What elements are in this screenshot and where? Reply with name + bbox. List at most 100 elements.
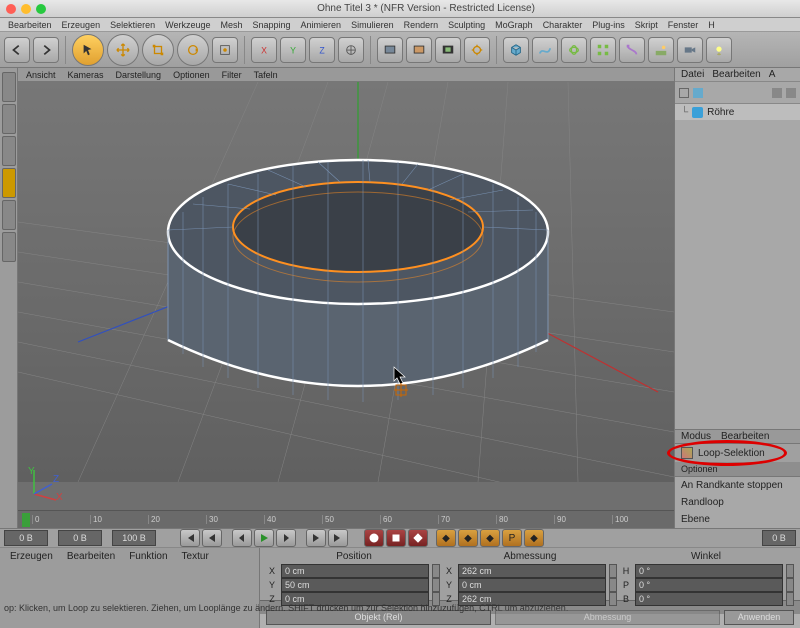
menu-item[interactable]: MoGraph (495, 20, 533, 30)
frame-end2[interactable]: 0 B (762, 530, 796, 546)
render-pv[interactable] (406, 37, 432, 63)
vp-menu-item[interactable]: Darstellung (116, 70, 162, 80)
array-generator[interactable] (590, 37, 616, 63)
render-region[interactable] (435, 37, 461, 63)
zoom-icon[interactable] (36, 4, 46, 14)
menu-item[interactable]: Rendern (404, 20, 439, 30)
x-axis-lock[interactable]: X (251, 37, 277, 63)
light-object[interactable] (706, 37, 732, 63)
menu-item[interactable]: Plug-ins (592, 20, 625, 30)
nurbs-generator[interactable] (561, 37, 587, 63)
vp-menu-item[interactable]: Filter (222, 70, 242, 80)
coord-system[interactable] (338, 37, 364, 63)
loop-selection-tool[interactable]: Loop-Selektion (675, 444, 800, 462)
spinner[interactable] (609, 564, 617, 578)
spinner[interactable] (432, 578, 440, 592)
angle-field[interactable]: 0 ° (635, 578, 783, 592)
autokey-button[interactable] (386, 529, 406, 547)
key-rot-button[interactable]: ◆ (480, 529, 500, 547)
om-menu-item[interactable]: Datei (681, 69, 704, 80)
attr-tab[interactable]: Modus (681, 431, 711, 442)
record-button[interactable] (364, 529, 384, 547)
spinner[interactable] (609, 592, 617, 606)
step-back-button[interactable] (232, 529, 252, 547)
environment[interactable] (648, 37, 674, 63)
spinner[interactable] (786, 578, 794, 592)
menu-item[interactable]: Simulieren (351, 20, 394, 30)
menu-item[interactable]: Werkzeuge (165, 20, 210, 30)
eye-icon[interactable] (786, 88, 796, 98)
point-mode[interactable] (2, 136, 16, 166)
frame-end[interactable]: 100 B (112, 530, 156, 546)
cube-primitive[interactable] (503, 37, 529, 63)
mat-menu-item[interactable]: Bearbeiten (67, 551, 115, 562)
playhead-icon[interactable] (22, 513, 30, 527)
menu-item[interactable]: Charakter (543, 20, 583, 30)
om-menu-item[interactable]: Bearbeiten (712, 69, 760, 80)
om-icon[interactable] (679, 88, 689, 98)
poly-mode[interactable] (2, 200, 16, 230)
apply-button[interactable]: Anwenden (724, 610, 794, 625)
spline-primitive[interactable] (532, 37, 558, 63)
close-icon[interactable] (6, 4, 16, 14)
goto-start-button[interactable] (180, 529, 200, 547)
menu-item[interactable]: Selektieren (110, 20, 155, 30)
minimize-icon[interactable] (21, 4, 31, 14)
position-field[interactable]: 0 cm (281, 564, 429, 578)
menu-item[interactable]: Bearbeiten (8, 20, 52, 30)
object-row[interactable]: └ Röhre (675, 104, 800, 120)
key-scale-button[interactable]: ◆ (458, 529, 478, 547)
step-fwd-button[interactable] (276, 529, 296, 547)
search-icon[interactable] (772, 88, 782, 98)
mat-menu-item[interactable]: Erzeugen (10, 551, 53, 562)
goto-nextkey-button[interactable] (306, 529, 326, 547)
vp-menu-item[interactable]: Ansicht (26, 70, 56, 80)
frame-current[interactable]: 0 B (58, 530, 102, 546)
keyframe-sel-button[interactable] (408, 529, 428, 547)
camera-object[interactable] (677, 37, 703, 63)
vp-menu-item[interactable]: Tafeln (254, 70, 278, 80)
deformer[interactable] (619, 37, 645, 63)
menu-item[interactable]: Erzeugen (62, 20, 101, 30)
key-pla-button[interactable]: ◆ (524, 529, 544, 547)
timeline-ruler[interactable]: 0 10 20 30 40 50 60 70 80 90 100 (18, 510, 674, 528)
play-button[interactable] (254, 529, 274, 547)
menu-item[interactable]: Sculpting (448, 20, 485, 30)
position-field[interactable]: 50 cm (281, 578, 429, 592)
menu-item[interactable]: Animieren (301, 20, 342, 30)
key-pos-button[interactable]: ◆ (436, 529, 456, 547)
mat-menu-item[interactable]: Funktion (129, 551, 167, 562)
attr-tab[interactable]: Bearbeiten (721, 431, 769, 442)
menu-item[interactable]: Mesh (220, 20, 242, 30)
texture-mode[interactable] (2, 232, 16, 262)
size-mode-select[interactable]: Abmessung (495, 610, 720, 625)
frame-start[interactable]: 0 B (4, 530, 48, 546)
edge-mode[interactable] (2, 168, 16, 198)
om-icon[interactable] (693, 88, 703, 98)
undo-button[interactable] (4, 37, 30, 63)
menu-item[interactable]: H (708, 20, 715, 30)
menu-item[interactable]: Fenster (668, 20, 699, 30)
menu-item[interactable]: Skript (635, 20, 658, 30)
vp-menu-item[interactable]: Kameras (68, 70, 104, 80)
spinner[interactable] (432, 564, 440, 578)
size-field[interactable]: 262 cm (458, 564, 606, 578)
viewport-3d[interactable]: Zentralperspektive (18, 82, 674, 510)
spinner[interactable] (786, 564, 794, 578)
key-param-button[interactable]: P (502, 529, 522, 547)
size-field[interactable]: 0 cm (458, 578, 606, 592)
render-view[interactable] (377, 37, 403, 63)
scale-tool[interactable] (142, 34, 174, 66)
object-mode[interactable] (2, 104, 16, 134)
spinner[interactable] (786, 592, 794, 606)
menu-item[interactable]: Snapping (252, 20, 290, 30)
select-tool[interactable] (72, 34, 104, 66)
y-axis-lock[interactable]: Y (280, 37, 306, 63)
om-menu-item[interactable]: A (769, 69, 776, 80)
model-mode[interactable] (2, 72, 16, 102)
spinner[interactable] (609, 578, 617, 592)
angle-field[interactable]: 0 ° (635, 592, 783, 606)
rotate-tool[interactable] (177, 34, 209, 66)
mat-menu-item[interactable]: Textur (182, 551, 209, 562)
render-settings[interactable] (464, 37, 490, 63)
